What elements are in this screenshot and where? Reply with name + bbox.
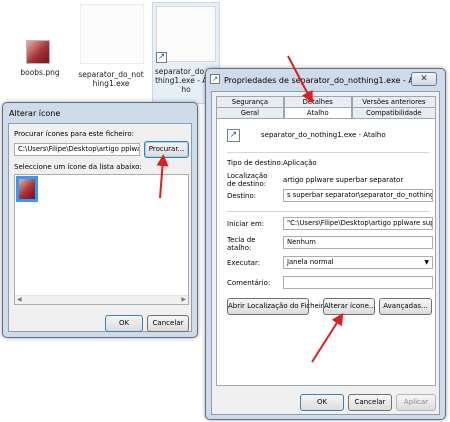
- file-label: boobs.png: [20, 68, 60, 77]
- dialog-title: Alterar ícone: [9, 109, 61, 118]
- cancel-button[interactable]: Cancelar: [147, 315, 189, 332]
- image-thumbnail-icon: [26, 40, 50, 64]
- executable-thumbnail-icon: [80, 4, 144, 64]
- scroll-right-icon[interactable]: ▶: [181, 296, 186, 303]
- shortcut-key-label: Tecla de atalho:: [227, 236, 256, 252]
- shortcut-name: separator_do_nothing1.exe - Atalho: [261, 131, 386, 139]
- image-thumbnail-icon: [19, 179, 35, 199]
- target-label: Destino:: [227, 192, 257, 200]
- start-in-field[interactable]: "C:\Users\Filipe\Desktop\artigo pplware …: [283, 217, 433, 230]
- tab-detalhes[interactable]: Detalhes: [283, 96, 352, 107]
- tab-page-atalho: ↗ separator_do_nothing1.exe - Atalho Tip…: [216, 118, 436, 386]
- chevron-down-icon: ▼: [424, 259, 429, 266]
- dialog-title: Propriedades de separator_do_nothing1.ex…: [224, 76, 434, 85]
- ok-button[interactable]: OK: [105, 315, 143, 332]
- tab-seguranca[interactable]: Segurança: [216, 96, 284, 107]
- change-icon-dialog: Alterar ícone Procurar ícones para este …: [2, 102, 198, 338]
- ok-button[interactable]: OK: [300, 394, 344, 411]
- divider: [227, 152, 429, 153]
- dialog-body: Segurança Detalhes Versões anteriores Ge…: [211, 91, 440, 415]
- divider: [227, 211, 429, 212]
- search-label: Procurar ícones para este ficheiro:: [14, 130, 135, 138]
- shortcut-arrow-icon: ↗: [156, 52, 167, 63]
- tab-atalho[interactable]: Atalho: [283, 107, 352, 118]
- target-location-label: Localização de destino:: [227, 172, 268, 188]
- tab-geral[interactable]: Geral: [216, 107, 284, 118]
- tab-row-top: Segurança Detalhes Versões anteriores: [216, 96, 436, 107]
- advanced-button[interactable]: Avançadas...: [379, 298, 432, 315]
- target-field[interactable]: s superbar separator\separator_do_nothin…: [283, 189, 433, 202]
- scroll-left-icon[interactable]: ◀: [17, 296, 22, 303]
- shortcut-key-field[interactable]: Nenhum: [283, 236, 433, 249]
- open-file-location-button[interactable]: Abrir Localização do Ficheiro: [227, 298, 328, 315]
- browse-button[interactable]: Procurar...: [144, 141, 189, 158]
- icon-list[interactable]: ◀ ▶: [14, 174, 189, 305]
- run-select[interactable]: Janela normal ▼: [283, 256, 433, 269]
- tab-versoes-anteriores[interactable]: Versões anteriores: [351, 96, 436, 107]
- run-select-value: Janela normal: [287, 258, 334, 266]
- shortcut-title-icon: ↗: [210, 74, 220, 84]
- cancel-button[interactable]: Cancelar: [348, 394, 392, 411]
- comment-label: Comentário:: [227, 279, 271, 287]
- dialog-body: Procurar ícones para este ficheiro: C:\U…: [8, 123, 192, 332]
- target-type-label: Tipo de destino:: [227, 159, 284, 167]
- apply-button[interactable]: Aplicar: [396, 394, 436, 411]
- comment-field[interactable]: [283, 276, 433, 289]
- tab-row-bottom: Geral Atalho Compatibilidade: [216, 107, 436, 118]
- file-label: separator_do_nothing1.exe: [78, 70, 144, 88]
- horizontal-scrollbar[interactable]: ◀ ▶: [15, 295, 188, 304]
- run-label: Executar:: [227, 259, 261, 267]
- tab-compatibilidade[interactable]: Compatibilidade: [351, 107, 436, 118]
- target-type-value: Aplicação: [283, 159, 317, 167]
- start-in-label: Iniciar em:: [227, 220, 265, 228]
- icon-file-path-field[interactable]: C:\Users\Filipe\Desktop\artigo pplwa: [14, 143, 140, 156]
- icon-list-label: Seleccione um ícone da lista abaixo:: [14, 163, 142, 171]
- close-icon[interactable]: ✕: [411, 72, 437, 86]
- selected-icon-item[interactable]: [16, 176, 38, 202]
- target-location-value: artigo pplware superbar separator: [283, 176, 404, 184]
- change-icon-button[interactable]: Alterar ícone...: [323, 298, 376, 315]
- properties-dialog: ↗ Propriedades de separator_do_nothing1.…: [205, 68, 446, 420]
- shortcut-icon: ↗: [227, 129, 240, 142]
